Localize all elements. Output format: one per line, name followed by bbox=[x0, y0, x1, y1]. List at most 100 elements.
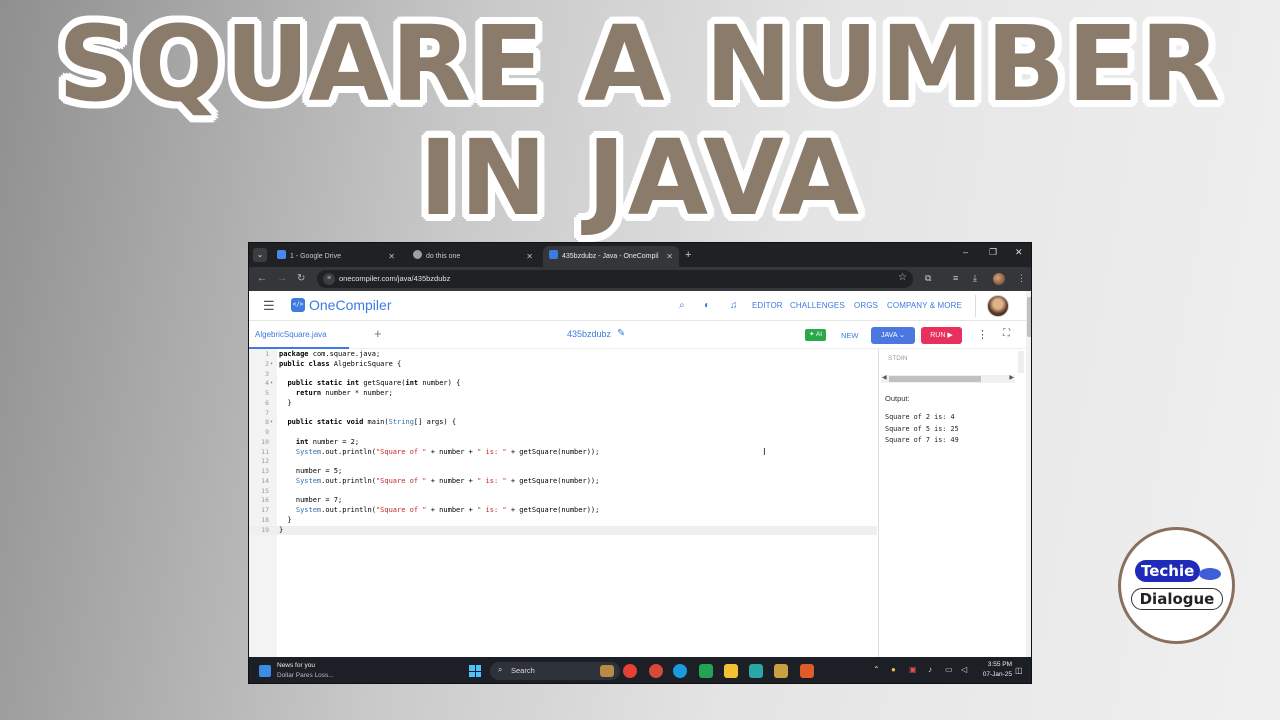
code-line[interactable]: 10 int number = 2; bbox=[249, 438, 877, 448]
url-text[interactable]: onecompiler.com/java/435bzdubz bbox=[339, 274, 450, 283]
back-icon[interactable]: ← bbox=[257, 272, 267, 286]
windows-start-icon[interactable] bbox=[469, 665, 481, 677]
notification-icon[interactable]: ◫ bbox=[1015, 666, 1023, 675]
download-icon[interactable]: ⤓ bbox=[973, 273, 977, 284]
browser-menu-icon[interactable]: ⋮ bbox=[1017, 273, 1026, 284]
code-line[interactable]: 17 System.out.println("Square of " + num… bbox=[249, 506, 877, 516]
language-select[interactable]: JAVA ⌄ bbox=[871, 327, 915, 344]
more-options-icon[interactable]: ⋮ bbox=[977, 328, 988, 341]
stdin-scrollbar[interactable] bbox=[1018, 351, 1024, 373]
media-app-icon[interactable] bbox=[774, 664, 788, 678]
code-line[interactable]: 5 return number * number; bbox=[249, 389, 877, 399]
extensions-icon[interactable]: ⧉ bbox=[925, 273, 931, 284]
theme-toggle-icon[interactable]: ◐ bbox=[704, 300, 710, 312]
tab-close-icon[interactable]: ✕ bbox=[666, 246, 673, 267]
maximize-icon[interactable]: ❐ bbox=[989, 247, 997, 258]
clock-date[interactable]: 07-Jan-25 bbox=[977, 671, 1012, 678]
site-logo-text[interactable]: OneCompiler bbox=[309, 297, 391, 313]
tab-close-icon[interactable]: ✕ bbox=[388, 246, 395, 267]
clock-time[interactable]: 3:55 PM bbox=[984, 661, 1012, 668]
code-line[interactable]: 11 System.out.println("Square of " + num… bbox=[249, 448, 877, 458]
reload-icon[interactable]: ↻ bbox=[297, 272, 305, 286]
ai-button[interactable]: ✦ AI bbox=[805, 329, 827, 341]
code-line[interactable]: 7 bbox=[249, 409, 877, 419]
line-number: 5 bbox=[265, 389, 269, 397]
stdin-horizontal-scrollbar[interactable]: ◀ ▶ bbox=[881, 375, 1015, 383]
scroll-left-icon[interactable]: ◀ bbox=[882, 374, 887, 381]
code-line[interactable]: 9 bbox=[249, 428, 877, 438]
news-title[interactable]: News for you bbox=[277, 662, 315, 669]
tab-do-this-one[interactable]: do this one ✕ bbox=[407, 246, 539, 267]
green-app-icon[interactable] bbox=[699, 664, 713, 678]
code-text: } bbox=[279, 398, 292, 407]
nav-challenges[interactable]: CHALLENGES bbox=[790, 301, 845, 311]
page-scroll-thumb[interactable] bbox=[1027, 297, 1031, 337]
line-number: 12 bbox=[261, 457, 269, 466]
taskbar-search[interactable]: ⌕ Search bbox=[490, 662, 620, 680]
user-avatar[interactable] bbox=[987, 295, 1009, 317]
volume-icon[interactable]: ◁ bbox=[961, 665, 967, 674]
code-line[interactable]: 14 System.out.println("Square of " + num… bbox=[249, 477, 877, 487]
news-subtitle[interactable]: Dollar Pares Loss... bbox=[277, 672, 334, 679]
close-window-icon[interactable]: ✕ bbox=[1015, 247, 1023, 258]
output-text: Square of 2 is: 4 Square of 5 is: 25 Squ… bbox=[885, 412, 959, 447]
tab-close-icon[interactable]: ✕ bbox=[526, 246, 533, 267]
code-line[interactable]: 3 bbox=[249, 370, 877, 380]
site-info-icon[interactable]: ≡ bbox=[323, 273, 335, 285]
address-bar[interactable]: ≡ onecompiler.com/java/435bzdubz ☆ bbox=[317, 270, 913, 288]
photos-app-icon[interactable] bbox=[749, 664, 763, 678]
profile-avatar-icon[interactable] bbox=[993, 273, 1005, 285]
run-button[interactable]: RUN ▶ bbox=[921, 327, 962, 344]
microphone-icon[interactable]: ♪ bbox=[928, 665, 932, 674]
tab-onecompiler[interactable]: 435bzdubz - Java - OneCompil ✕ bbox=[543, 246, 679, 267]
code-line[interactable]: 12 bbox=[249, 457, 877, 467]
chrome-icon[interactable] bbox=[623, 664, 637, 678]
add-file-icon[interactable]: + bbox=[374, 327, 382, 341]
fold-arrow-icon[interactable]: ▾ bbox=[270, 418, 273, 428]
code-line[interactable]: 13 number = 5; bbox=[249, 467, 877, 477]
minimize-icon[interactable]: – bbox=[963, 247, 968, 257]
new-button[interactable]: NEW bbox=[841, 331, 859, 341]
code-line[interactable]: 15 bbox=[249, 487, 877, 497]
scroll-right-icon[interactable]: ▶ bbox=[1009, 374, 1014, 381]
tab-google-drive[interactable]: 1 - Google Drive ✕ bbox=[271, 246, 401, 267]
media-icon[interactable]: ≡ bbox=[953, 273, 958, 283]
code-line[interactable]: 4 ▾ public static int getSquare(int numbe… bbox=[249, 379, 877, 389]
chrome-profile-icon[interactable] bbox=[649, 664, 663, 678]
code-line[interactable]: 8 ▾ public static void main(String[] args… bbox=[249, 418, 877, 428]
hamburger-menu-icon[interactable]: ☰ bbox=[263, 299, 275, 313]
network-icon[interactable]: ▭ bbox=[945, 665, 953, 674]
page-scrollbar[interactable] bbox=[1026, 291, 1031, 657]
bookmark-star-icon[interactable]: ☆ bbox=[898, 272, 907, 283]
code-line[interactable]: 16 number = 7; bbox=[249, 496, 877, 506]
fold-arrow-icon[interactable]: ▾ bbox=[270, 360, 273, 370]
tray-app-icon[interactable]: ● bbox=[891, 665, 896, 674]
file-explorer-icon[interactable] bbox=[724, 664, 738, 678]
notifications-bell-icon[interactable]: ♫ bbox=[730, 300, 738, 312]
code-line[interactable]: 6 } bbox=[249, 399, 877, 409]
skype-icon[interactable] bbox=[673, 664, 687, 678]
forward-icon[interactable]: → bbox=[277, 272, 287, 286]
file-tab[interactable]: AlgebricSquare.java bbox=[255, 330, 327, 340]
code-line[interactable]: 18 } bbox=[249, 516, 877, 526]
code-line[interactable]: 2 ▾ public class AlgebricSquare { bbox=[249, 360, 877, 370]
tray-security-icon[interactable]: ▣ bbox=[909, 665, 917, 674]
tab-search-icon[interactable]: ⌄ bbox=[253, 248, 267, 262]
onecompiler-logo-icon[interactable]: </> bbox=[291, 298, 305, 312]
fold-arrow-icon[interactable]: ▾ bbox=[270, 379, 273, 389]
nav-editor[interactable]: EDITOR bbox=[752, 301, 783, 311]
search-icon[interactable]: ⌕ bbox=[679, 300, 685, 312]
recorder-app-icon[interactable] bbox=[800, 664, 814, 678]
tray-expand-icon[interactable]: ⌃ bbox=[873, 665, 880, 674]
code-line[interactable]: 19} bbox=[249, 525, 877, 536]
fullscreen-icon[interactable]: ⛶ bbox=[1003, 328, 1010, 339]
code-line[interactable]: 1 package com.square.java; bbox=[249, 350, 877, 360]
nav-company-more[interactable]: COMPANY & MORE bbox=[887, 301, 962, 311]
nav-orgs[interactable]: ORGS bbox=[854, 301, 878, 311]
project-name[interactable]: 435bzdubz bbox=[567, 329, 611, 340]
new-tab-button[interactable]: + bbox=[685, 246, 691, 264]
scroll-thumb[interactable] bbox=[889, 376, 981, 382]
news-widget-icon[interactable] bbox=[259, 665, 271, 677]
edit-pencil-icon[interactable]: ✎ bbox=[617, 328, 625, 339]
code-editor[interactable]: 1 package com.square.java; 2 ▾ public class … bbox=[249, 349, 877, 657]
